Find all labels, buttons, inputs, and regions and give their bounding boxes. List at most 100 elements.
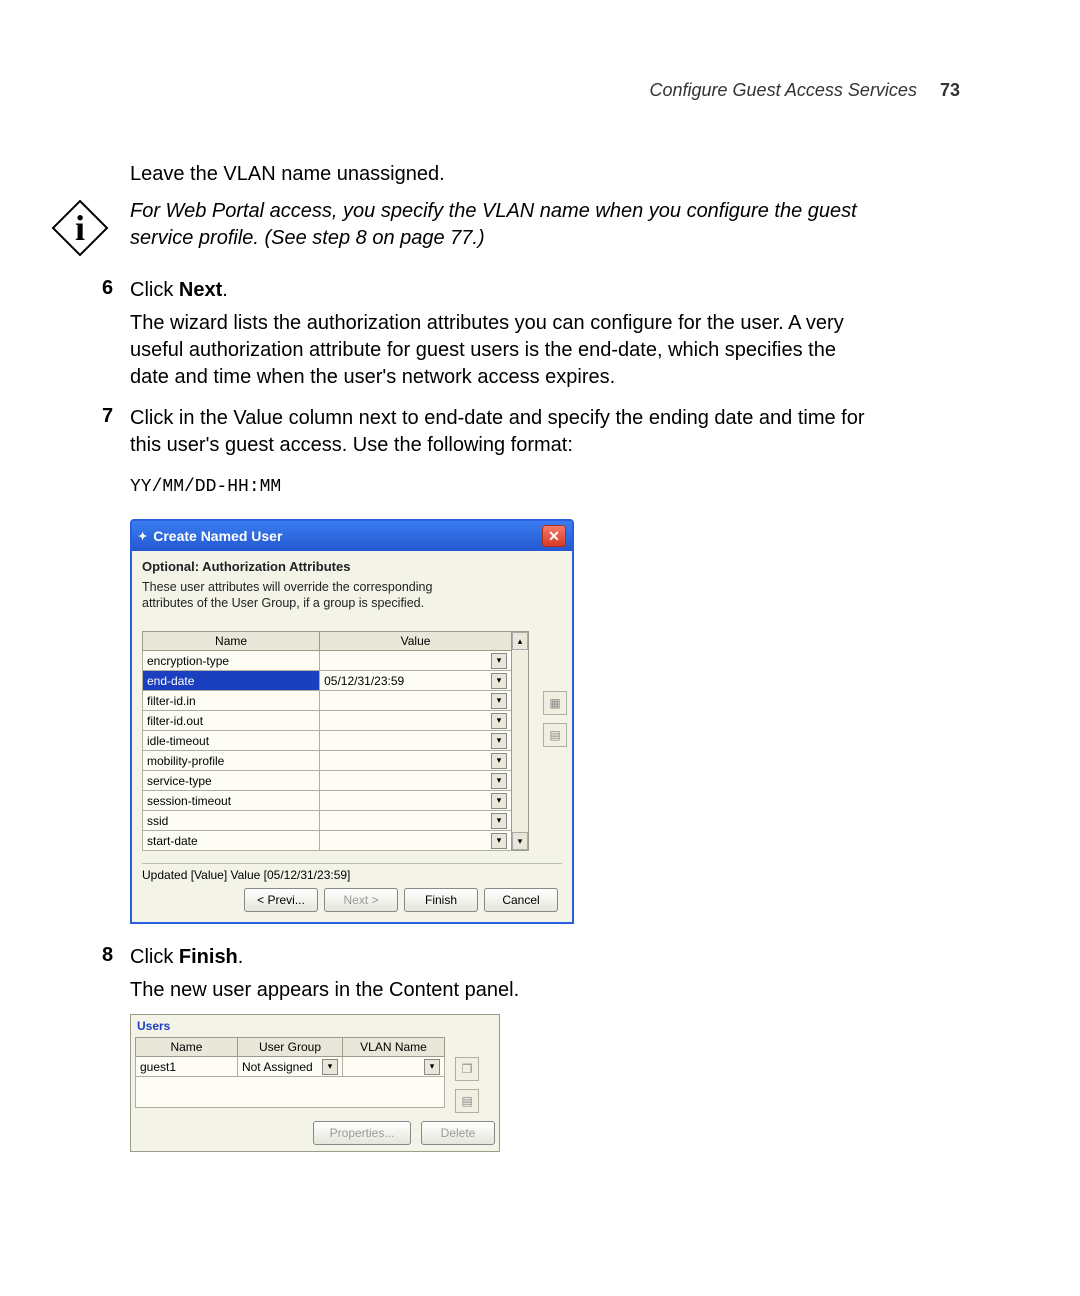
table-row[interactable]: session-timeout ▾ xyxy=(143,791,512,811)
dialog-button-row: < Previ... Next > Finish Cancel xyxy=(142,882,562,918)
paragraph-leave-vlan: Leave the VLAN name unassigned. xyxy=(130,161,870,188)
table-spacer xyxy=(136,1077,445,1108)
step-body: Click in the Value column next to end-da… xyxy=(130,405,870,459)
svg-text:i: i xyxy=(75,208,85,248)
attr-name-cell[interactable]: service-type xyxy=(143,771,320,791)
dialog-section-description: These user attributes will override the … xyxy=(142,580,442,611)
finish-button[interactable]: Finish xyxy=(404,888,478,912)
user-group-cell[interactable]: Not Assigned▾ xyxy=(237,1057,342,1077)
attr-value-cell[interactable]: ▾ xyxy=(320,711,512,731)
attr-value-cell[interactable]: ▾ xyxy=(320,831,512,851)
section-title: Configure Guest Access Services xyxy=(650,80,917,100)
create-named-user-dialog: ✦ Create Named User Optional: Authorizat… xyxy=(130,519,574,924)
chevron-down-icon[interactable]: ▾ xyxy=(491,773,507,789)
attr-value-cell[interactable]: ▾ xyxy=(320,811,512,831)
table-row[interactable]: start-date ▾ xyxy=(143,831,512,851)
column-header-value: Value xyxy=(320,632,512,651)
attr-name-cell[interactable]: start-date xyxy=(143,831,320,851)
dialog-body: Optional: Authorization Attributes These… xyxy=(132,551,572,922)
dialog-title: Create Named User xyxy=(153,528,542,544)
users-panel-title: Users xyxy=(135,1017,495,1037)
attr-value-cell[interactable]: ▾ xyxy=(320,791,512,811)
column-header-vlan: VLAN Name xyxy=(343,1038,445,1057)
vlan-name-cell[interactable]: ▾ xyxy=(343,1057,445,1077)
attr-value-cell[interactable]: ▾ xyxy=(320,731,512,751)
table-row[interactable]: guest1Not Assigned▾▾ xyxy=(136,1057,445,1077)
attr-name-cell[interactable]: encryption-type xyxy=(143,651,320,671)
table-row[interactable]: end-date05/12/31/23:59▾ xyxy=(143,671,512,691)
table-row[interactable]: encryption-type ▾ xyxy=(143,651,512,671)
cancel-button[interactable]: Cancel xyxy=(484,888,558,912)
stack-icon[interactable]: ▤ xyxy=(543,723,567,747)
previous-button[interactable]: < Previ... xyxy=(244,888,318,912)
attr-name-cell[interactable]: end-date xyxy=(143,671,320,691)
users-side-toolbar: ❐ ▤ xyxy=(455,1057,479,1113)
step-number: 7 xyxy=(102,405,130,428)
step-8: 8 Click Finish. xyxy=(102,944,1020,971)
table-row[interactable]: idle-timeout ▾ xyxy=(143,731,512,751)
chevron-down-icon[interactable]: ▾ xyxy=(491,793,507,809)
attr-name-cell[interactable]: mobility-profile xyxy=(143,751,320,771)
attr-value-cell[interactable]: ▾ xyxy=(320,651,512,671)
info-note: i For Web Portal access, you specify the… xyxy=(50,198,1020,263)
running-header: Configure Guest Access Services 73 xyxy=(130,80,1020,101)
attr-name-cell[interactable]: session-timeout xyxy=(143,791,320,811)
copy-icon[interactable]: ❐ xyxy=(455,1057,479,1081)
stack-icon[interactable]: ▤ xyxy=(455,1089,479,1113)
user-name-cell[interactable]: guest1 xyxy=(136,1057,238,1077)
scroll-down-icon[interactable]: ▾ xyxy=(512,832,528,850)
table-row[interactable]: mobility-profile ▾ xyxy=(143,751,512,771)
attr-name-cell[interactable]: filter-id.in xyxy=(143,691,320,711)
chevron-down-icon[interactable]: ▾ xyxy=(424,1059,440,1075)
attributes-table[interactable]: Name Value encryption-type▾end-date05/12… xyxy=(142,631,512,851)
page-number: 73 xyxy=(940,80,960,100)
note-text: For Web Portal access, you specify the V… xyxy=(130,198,870,252)
attr-name-cell[interactable]: filter-id.out xyxy=(143,711,320,731)
info-icon: i xyxy=(50,198,110,263)
step-number: 6 xyxy=(102,277,130,300)
attr-value-cell[interactable]: ▾ xyxy=(320,691,512,711)
users-panel: Users Name User Group VLAN Name guest1No… xyxy=(130,1014,500,1152)
attr-value-cell[interactable]: ▾ xyxy=(320,751,512,771)
delete-button: Delete xyxy=(421,1121,495,1145)
users-table[interactable]: Name User Group VLAN Name guest1Not Assi… xyxy=(135,1037,445,1108)
chevron-down-icon[interactable]: ▾ xyxy=(491,733,507,749)
column-header-name: Name xyxy=(143,632,320,651)
step-number: 8 xyxy=(102,944,130,967)
status-text: Updated [Value] Value [05/12/31/23:59] xyxy=(142,863,562,882)
attr-value-cell[interactable]: ▾ xyxy=(320,771,512,791)
chevron-down-icon[interactable]: ▾ xyxy=(491,753,507,769)
calendar-icon[interactable]: ▦ xyxy=(543,691,567,715)
dialog-titlebar: ✦ Create Named User xyxy=(132,521,572,551)
chevron-down-icon[interactable]: ▾ xyxy=(491,713,507,729)
table-row[interactable]: service-type ▾ xyxy=(143,771,512,791)
side-toolbar: ▦ ▤ xyxy=(543,691,567,747)
attr-value-cell[interactable]: 05/12/31/23:59▾ xyxy=(320,671,512,691)
chevron-down-icon[interactable]: ▾ xyxy=(491,693,507,709)
date-format-code: YY/MM/DD-HH:MM xyxy=(130,477,1020,497)
attr-name-cell[interactable]: ssid xyxy=(143,811,320,831)
chevron-down-icon[interactable]: ▾ xyxy=(491,833,507,849)
scroll-up-icon[interactable]: ▴ xyxy=(512,632,528,650)
document-page: Configure Guest Access Services 73 Leave… xyxy=(0,0,1080,1212)
step-6: 6 Click Next. xyxy=(102,277,1020,304)
table-row[interactable]: filter-id.in ▾ xyxy=(143,691,512,711)
properties-button: Properties... xyxy=(313,1121,411,1145)
column-header-group: User Group xyxy=(237,1038,342,1057)
step-8-follow-text: The new user appears in the Content pane… xyxy=(130,977,870,1004)
attr-name-cell[interactable]: idle-timeout xyxy=(143,731,320,751)
close-icon[interactable] xyxy=(542,525,566,547)
dialog-section-heading: Optional: Authorization Attributes xyxy=(142,559,562,574)
step-body: Click Next. xyxy=(130,277,228,304)
scrollbar[interactable]: ▴ ▾ xyxy=(511,631,529,851)
chevron-down-icon[interactable]: ▾ xyxy=(491,673,507,689)
step-body: Click Finish. xyxy=(130,944,243,971)
users-button-row: Properties... Delete xyxy=(135,1113,495,1145)
chevron-down-icon[interactable]: ▾ xyxy=(491,653,507,669)
chevron-down-icon[interactable]: ▾ xyxy=(491,813,507,829)
step-7: 7 Click in the Value column next to end-… xyxy=(102,405,1020,459)
column-header-name: Name xyxy=(136,1038,238,1057)
chevron-down-icon[interactable]: ▾ xyxy=(322,1059,338,1075)
table-row[interactable]: ssid ▾ xyxy=(143,811,512,831)
table-row[interactable]: filter-id.out ▾ xyxy=(143,711,512,731)
